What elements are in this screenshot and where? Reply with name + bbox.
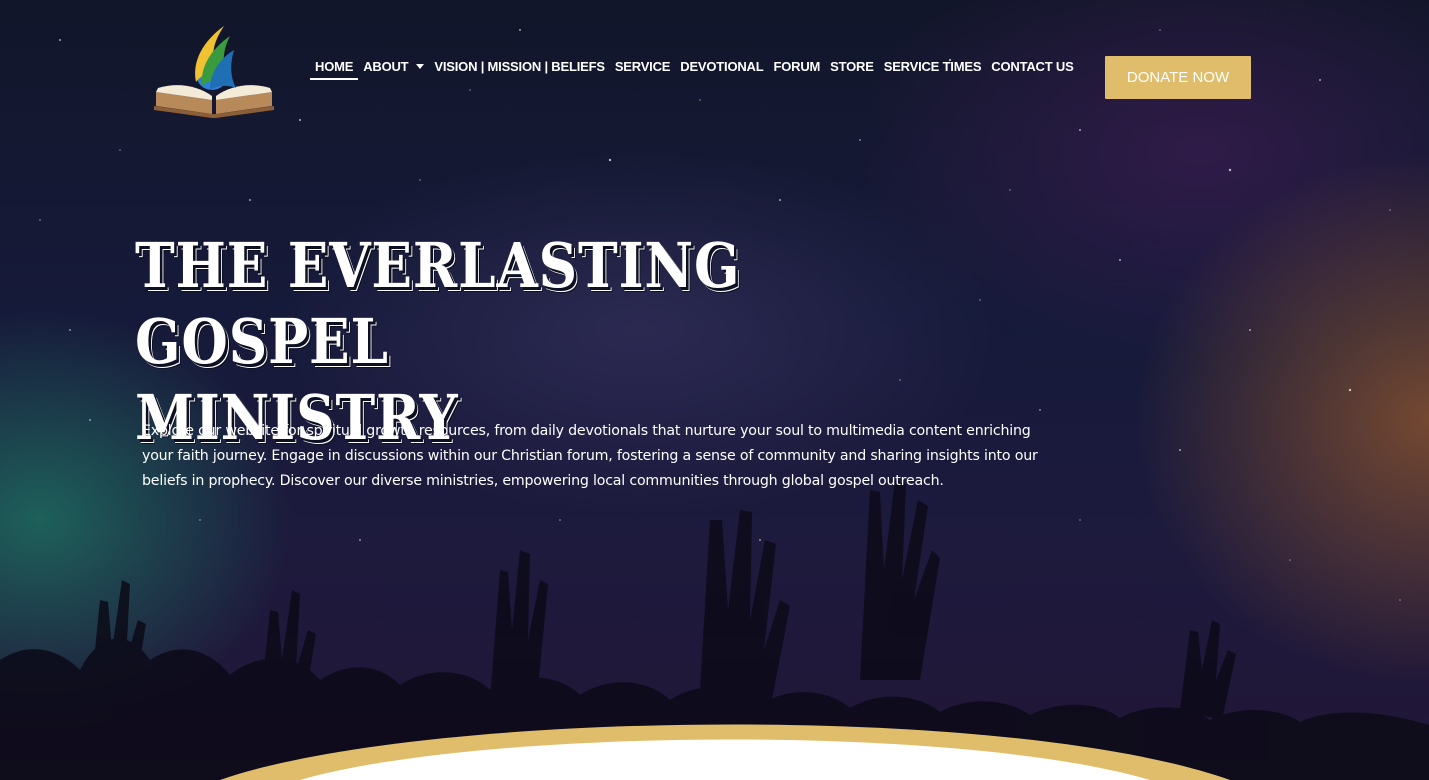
hero-description: Explore our website for spiritual growth…	[142, 423, 1038, 489]
hero-title-line1: THE EVERLASTING GOSPEL	[135, 229, 741, 378]
nav-label-vision-mission-beliefs: VISION | MISSION | BELIEFS	[434, 59, 605, 74]
bible-flame-logo-icon[interactable]	[152, 22, 276, 126]
nav-item-store[interactable]: STORE	[825, 58, 879, 80]
donate-now-button[interactable]: DONATE NOW	[1105, 56, 1251, 99]
section-divider-curve	[220, 724, 1230, 780]
nav-label-service-times: SERVICE TIMES	[883, 59, 982, 74]
nav-item-home[interactable]: HOME	[310, 58, 359, 80]
nav-label-store: STORE	[830, 59, 874, 74]
nav-item-about[interactable]: ABOUT	[358, 58, 429, 80]
nav-label-devotional: DEVOTIONAL	[680, 59, 764, 74]
nav-label-home: HOME	[315, 59, 354, 74]
nav-label-forum: FORUM	[773, 59, 821, 74]
nav-item-devotional[interactable]: DEVOTIONAL	[675, 58, 768, 80]
nav-item-forum[interactable]: FORUM	[768, 58, 825, 80]
hero-section: HOME ABOUT VISION | MISSION | BELIEFS SE…	[0, 0, 1429, 780]
main-navigation: HOME ABOUT VISION | MISSION | BELIEFS SE…	[310, 58, 1079, 80]
nav-item-service-times[interactable]: SERVICE TIMES	[879, 58, 987, 80]
nav-item-contact-us[interactable]: CONTACT US	[986, 58, 1078, 80]
nav-label-about: ABOUT	[363, 59, 409, 74]
nav-label-service: SERVICE	[614, 59, 671, 74]
nav-item-vision-mission-beliefs[interactable]: VISION | MISSION | BELIEFS	[429, 58, 609, 80]
nav-item-service[interactable]: SERVICE	[610, 58, 675, 80]
nav-label-contact-us: CONTACT US	[991, 59, 1074, 74]
chevron-down-icon[interactable]	[416, 64, 425, 69]
